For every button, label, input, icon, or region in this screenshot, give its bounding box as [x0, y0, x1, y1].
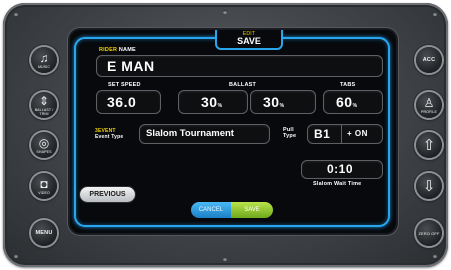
pull-divider — [341, 125, 342, 143]
shapes-icon: ◎ — [38, 135, 50, 150]
pull-type-value: B1 — [314, 127, 331, 141]
rider-name-value: E MAN — [107, 58, 155, 74]
screw — [433, 254, 437, 258]
event-type-value: Slalom Tournament — [146, 128, 234, 139]
screw — [223, 10, 227, 14]
shapes-button[interactable]: ◎ SHAPES — [31, 132, 57, 158]
acc-button[interactable]: ACC — [416, 47, 442, 73]
zero-off-button[interactable]: ZERO OFF — [416, 220, 442, 246]
tabs-value: 60 — [336, 94, 353, 110]
video-button[interactable]: ◘ VIDEO — [31, 173, 57, 199]
event-type-label: 3EVENT Event Type — [95, 128, 124, 140]
ballast-right-unit: % — [279, 103, 285, 109]
pull-type-field[interactable]: B1 + ON — [307, 124, 383, 144]
set-speed-field[interactable]: 36.0 — [96, 90, 161, 114]
set-speed-label: SET SPEED — [108, 82, 141, 88]
menu-button[interactable]: MENU — [31, 220, 57, 246]
tabs-field[interactable]: 60% — [323, 90, 383, 114]
pull-type-label: Pull Type — [283, 127, 297, 139]
video-camera-icon: ◘ — [40, 176, 48, 191]
rider-name-label: RIDER NAME — [99, 47, 136, 53]
edit-save-tab[interactable]: EDIT SAVE — [215, 30, 283, 50]
up-button[interactable]: ⇧ — [416, 132, 442, 158]
ballast-trim-button[interactable]: ⇕ BALLAST / TRIM — [31, 92, 57, 118]
acc-label: ACC — [422, 57, 436, 63]
shapes-caption: SHAPES — [36, 149, 52, 154]
ballast-trim-caption: BALLAST / TRIM — [34, 107, 54, 116]
profile-button[interactable]: ♙ PROFILE — [416, 92, 442, 118]
wait-time-value: 0:10 — [327, 162, 354, 176]
set-speed-value: 36.0 — [107, 94, 137, 110]
ballast-right-value: 30 — [263, 94, 280, 110]
cancel-button[interactable]: CANCEL — [191, 202, 231, 218]
event-type-field[interactable]: Slalom Tournament — [139, 124, 270, 144]
music-note-icon: ♫ — [39, 50, 49, 65]
music-button[interactable]: ♫ MUSIC — [31, 47, 57, 73]
tabs-label: TABS — [340, 82, 356, 88]
menu-label: MENU — [35, 230, 53, 236]
arrow-up-icon: ⇧ — [422, 136, 436, 154]
video-caption: VIDEO — [38, 190, 50, 195]
rider-name-field[interactable]: E MAN — [96, 55, 383, 77]
ballast-trim-icon: ⇕ — [38, 93, 50, 108]
save-button[interactable]: SAVE — [231, 202, 273, 218]
wait-time-field[interactable]: 0:10 — [301, 160, 383, 179]
ballast-right-field[interactable]: 30% — [250, 90, 316, 114]
zero-off-label: ZERO OFF — [418, 230, 440, 236]
down-button[interactable]: ⇩ — [416, 173, 442, 199]
screw — [223, 257, 227, 261]
wait-time-label: Slalom Wait Time — [313, 181, 362, 187]
arrow-down-icon: ⇩ — [422, 177, 436, 195]
screw — [14, 12, 18, 16]
previous-button[interactable]: PREVIOUS — [80, 187, 135, 202]
save-title: SAVE — [237, 36, 261, 46]
profile-caption: PROFILE — [420, 109, 438, 114]
pull-toggle[interactable]: + ON — [347, 129, 368, 138]
tabs-unit: % — [352, 103, 358, 109]
screw — [14, 254, 18, 258]
profile-icon: ♙ — [423, 95, 435, 110]
ballast-left-value: 30 — [201, 94, 218, 110]
cancel-save-control: CANCEL SAVE — [191, 202, 273, 218]
music-button-caption: MUSIC — [37, 64, 51, 69]
ballast-label: BALLAST — [229, 82, 257, 88]
ballast-left-unit: % — [217, 103, 223, 109]
ballast-left-field[interactable]: 30% — [178, 90, 248, 114]
screw — [433, 12, 437, 16]
